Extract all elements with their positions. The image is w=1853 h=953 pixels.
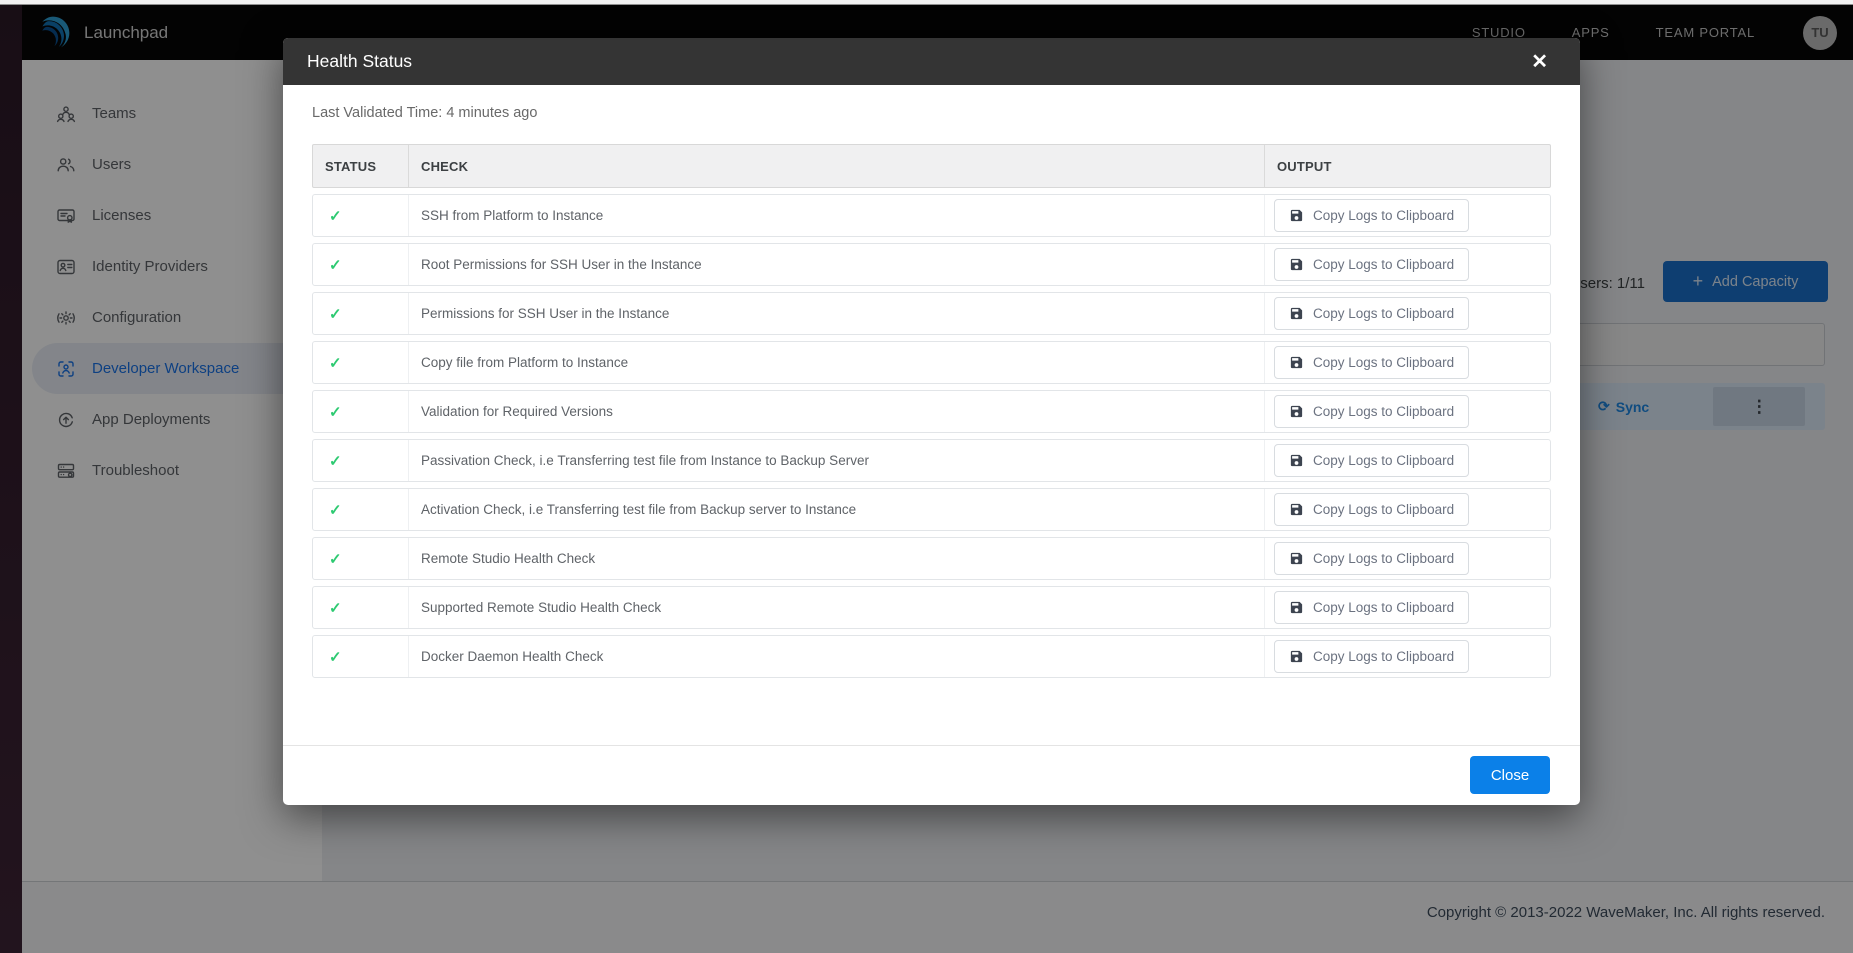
status-check-icon: ✓ (313, 195, 408, 236)
last-validated-label: Last Validated Time: 4 minutes ago (312, 105, 1551, 121)
status-check-icon: ✓ (313, 538, 408, 579)
close-icon[interactable]: ✕ (1531, 52, 1548, 72)
check-label: Remote Studio Health Check (408, 538, 1264, 579)
health-table-header: STATUS CHECK OUTPUT (312, 144, 1551, 188)
save-icon (1289, 208, 1304, 223)
check-label: SSH from Platform to Instance (408, 195, 1264, 236)
modal-body: Last Validated Time: 4 minutes ago STATU… (283, 105, 1580, 678)
table-row: ✓ Supported Remote Studio Health Check C… (312, 586, 1551, 629)
copy-logs-button[interactable]: Copy Logs to Clipboard (1274, 395, 1469, 428)
status-check-icon: ✓ (313, 587, 408, 628)
save-icon (1289, 257, 1304, 272)
table-row: ✓ Activation Check, i.e Transferring tes… (312, 488, 1551, 531)
close-button[interactable]: Close (1470, 756, 1550, 794)
copy-logs-label: Copy Logs to Clipboard (1313, 355, 1454, 370)
status-check-icon: ✓ (313, 342, 408, 383)
copy-logs-label: Copy Logs to Clipboard (1313, 208, 1454, 223)
table-row: ✓ Remote Studio Health Check Copy Logs t… (312, 537, 1551, 580)
modal-title: Health Status (307, 51, 412, 72)
copy-logs-button[interactable]: Copy Logs to Clipboard (1274, 493, 1469, 526)
table-row: ✓ Permissions for SSH User in the Instan… (312, 292, 1551, 335)
table-row: ✓ Copy file from Platform to Instance Co… (312, 341, 1551, 384)
save-icon (1289, 453, 1304, 468)
copy-logs-button[interactable]: Copy Logs to Clipboard (1274, 444, 1469, 477)
save-icon (1289, 355, 1304, 370)
table-row: ✓ Docker Daemon Health Check Copy Logs t… (312, 635, 1551, 678)
modal-footer: Close (283, 745, 1580, 805)
status-check-icon: ✓ (313, 244, 408, 285)
check-label: Copy file from Platform to Instance (408, 342, 1264, 383)
table-row: ✓ Validation for Required Versions Copy … (312, 390, 1551, 433)
copy-logs-label: Copy Logs to Clipboard (1313, 649, 1454, 664)
check-label: Root Permissions for SSH User in the Ins… (408, 244, 1264, 285)
copy-logs-button[interactable]: Copy Logs to Clipboard (1274, 346, 1469, 379)
save-icon (1289, 600, 1304, 615)
copy-logs-label: Copy Logs to Clipboard (1313, 257, 1454, 272)
check-label: Supported Remote Studio Health Check (408, 587, 1264, 628)
table-row: ✓ Root Permissions for SSH User in the I… (312, 243, 1551, 286)
save-icon (1289, 551, 1304, 566)
copy-logs-label: Copy Logs to Clipboard (1313, 453, 1454, 468)
check-label: Permissions for SSH User in the Instance (408, 293, 1264, 334)
table-row: ✓ SSH from Platform to Instance Copy Log… (312, 194, 1551, 237)
copy-logs-button[interactable]: Copy Logs to Clipboard (1274, 640, 1469, 673)
check-label: Passivation Check, i.e Transferring test… (408, 440, 1264, 481)
table-row: ✓ Passivation Check, i.e Transferring te… (312, 439, 1551, 482)
copy-logs-label: Copy Logs to Clipboard (1313, 502, 1454, 517)
check-label: Activation Check, i.e Transferring test … (408, 489, 1264, 530)
status-check-icon: ✓ (313, 440, 408, 481)
copy-logs-button[interactable]: Copy Logs to Clipboard (1274, 591, 1469, 624)
copy-logs-button[interactable]: Copy Logs to Clipboard (1274, 542, 1469, 575)
save-icon (1289, 404, 1304, 419)
check-label: Docker Daemon Health Check (408, 636, 1264, 677)
copy-logs-label: Copy Logs to Clipboard (1313, 404, 1454, 419)
status-check-icon: ✓ (313, 293, 408, 334)
modal-header: Health Status ✕ (283, 38, 1580, 85)
check-label: Validation for Required Versions (408, 391, 1264, 432)
save-icon (1289, 649, 1304, 664)
status-check-icon: ✓ (313, 636, 408, 677)
status-check-icon: ✓ (313, 489, 408, 530)
copy-logs-button[interactable]: Copy Logs to Clipboard (1274, 297, 1469, 330)
save-icon (1289, 502, 1304, 517)
copy-logs-button[interactable]: Copy Logs to Clipboard (1274, 248, 1469, 281)
health-status-modal: Health Status ✕ Last Validated Time: 4 m… (283, 38, 1580, 805)
column-check: CHECK (408, 145, 1264, 187)
column-output: OUTPUT (1264, 145, 1550, 187)
copy-logs-button[interactable]: Copy Logs to Clipboard (1274, 199, 1469, 232)
status-check-icon: ✓ (313, 391, 408, 432)
column-status: STATUS (313, 145, 408, 187)
save-icon (1289, 306, 1304, 321)
copy-logs-label: Copy Logs to Clipboard (1313, 551, 1454, 566)
copy-logs-label: Copy Logs to Clipboard (1313, 600, 1454, 615)
copy-logs-label: Copy Logs to Clipboard (1313, 306, 1454, 321)
